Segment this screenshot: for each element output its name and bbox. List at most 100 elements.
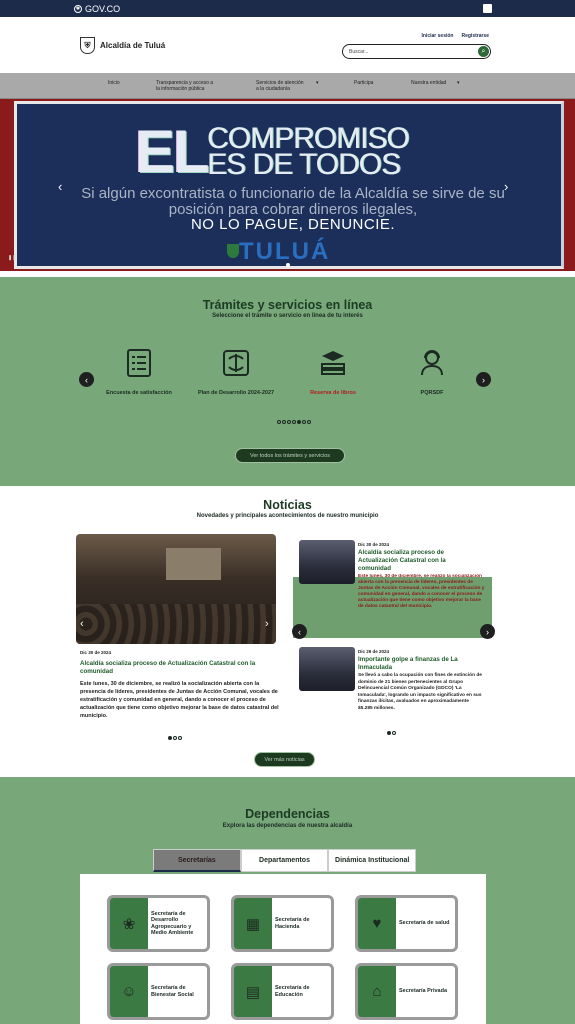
dependencia-label: Secretaría de salud — [399, 920, 450, 927]
photo-screen — [166, 548, 221, 580]
carousel-next-icon[interactable]: › — [504, 179, 508, 194]
tramite-label: Plan de Desarrollo 2024-2027 — [197, 390, 275, 396]
login-link[interactable]: Iniciar sesión — [422, 33, 454, 39]
dependencia-card[interactable]: ❀ Secretaría de Desarrollo Agropecuario … — [107, 895, 210, 952]
dependencia-label: Secretaría de Bienestar Social — [151, 985, 194, 998]
news-subtitle: Novedades y principales acontecimientos … — [196, 513, 379, 519]
news-side-thumb[interactable] — [299, 647, 355, 691]
news-side-title[interactable]: Alcaldía socializa proceso de Actualizac… — [358, 549, 473, 573]
pagination-dot[interactable] — [387, 731, 391, 735]
nav-item-inicio[interactable]: Inicio — [108, 80, 120, 86]
carousel-indicator[interactable] — [286, 263, 290, 267]
photo-audience — [76, 604, 276, 644]
site-brand[interactable]: ⛨ Alcaldía de Tuluá — [80, 37, 165, 54]
tramite-card[interactable]: Plan de Desarrollo 2024-2027 — [196, 348, 276, 397]
pagination-dot[interactable] — [292, 420, 296, 424]
pagination-dot[interactable] — [307, 420, 311, 424]
dependencia-card[interactable]: ▤ Secretaría de Educación — [231, 963, 334, 1020]
tab-secretarias[interactable]: Secretarías — [153, 849, 241, 872]
pagination-dot[interactable] — [302, 420, 306, 424]
search-icon[interactable]: ⌕ — [478, 46, 489, 57]
pagination-dot[interactable] — [173, 736, 177, 740]
news-main-pagination — [168, 736, 182, 740]
pagination-dot[interactable] — [277, 420, 281, 424]
language-icon[interactable] — [483, 4, 492, 13]
register-link[interactable]: Registrarse — [461, 33, 489, 39]
community-icon: ☺ — [110, 966, 148, 1017]
dependencia-card[interactable]: ♥ Secretaría de salud — [355, 895, 458, 952]
chevron-down-icon: ▾ — [316, 80, 319, 86]
hero-call-to-action: NO LO PAGUE, DENUNCIE. — [190, 216, 396, 233]
dependencias-tabs: Secretarías Departamentos Dinámica Insti… — [153, 849, 417, 872]
survey-icon — [124, 348, 154, 378]
building-icon: ⌂ — [358, 966, 396, 1017]
news-side-title[interactable]: Importante golpe a finanzas de La Inmacu… — [358, 656, 478, 672]
tab-dinamica-institucional[interactable]: Dinámica Institucional — [328, 849, 417, 872]
hero-slide[interactable]: EL COMPROMISO ES DE TODOS Si algún excon… — [14, 101, 564, 269]
dependencia-card[interactable]: ▦ Secretaría de Hacienda — [231, 895, 334, 952]
nav-item-label: Participa — [354, 80, 374, 86]
news-side-next-icon[interactable]: › — [480, 624, 495, 639]
tramites-section: Trámites y servicios en línea Seleccione… — [0, 277, 575, 486]
news-main-date: Dic 30 de 2024 — [80, 650, 112, 655]
news-main-title[interactable]: Alcaldía socializa proceso de Actualizac… — [80, 660, 276, 676]
dependencia-card[interactable]: ⌂ Secretaría Privada — [355, 963, 458, 1020]
nav-item-participa[interactable]: Participa — [354, 80, 373, 86]
hero-body: Si algún excontratista o funcionario de … — [81, 185, 505, 218]
dependencia-label: Secretaría Privada — [399, 988, 448, 995]
chevron-down-icon: ▾ — [457, 80, 460, 86]
tab-departamentos[interactable]: Departamentos — [240, 849, 329, 872]
dependencia-card[interactable]: ☺ Secretaría de Bienestar Social — [107, 963, 210, 1020]
pagination-dot[interactable] — [392, 731, 396, 735]
nav-item-servicios[interactable]: Servicios de atención a la ciudadanía — [256, 80, 318, 92]
main-nav: Inicio Transparencia y acceso a la infor… — [0, 73, 575, 99]
nav-item-nuestra-entidad[interactable]: Nuestra entidad — [411, 80, 446, 86]
pagination-dot[interactable] — [178, 736, 182, 740]
gov-co-icon: ✱ — [74, 4, 82, 13]
gov-co-label: GOV.CO — [85, 3, 121, 14]
crest-icon: ⛨ — [80, 37, 95, 54]
news-side-prev-icon[interactable]: ‹ — [292, 624, 307, 639]
support-icon — [417, 348, 447, 378]
pagination-dot[interactable] — [287, 420, 291, 424]
pagination-dot[interactable] — [168, 736, 172, 740]
search-input[interactable]: Buscar... ⌕ — [342, 44, 491, 59]
news-side-body: Este lunes, 30 de diciembre, se realizó … — [358, 574, 485, 609]
auth-links: Iniciar sesión Registrarse — [422, 33, 489, 39]
news-main-prev-icon[interactable]: ‹ — [80, 618, 84, 630]
news-main-photo[interactable]: ‹ › — [76, 534, 276, 644]
health-icon: ♥ — [358, 898, 396, 949]
dependencias-panel: ❀ Secretaría de Desarrollo Agropecuario … — [80, 874, 486, 1024]
hero-carousel: EL COMPROMISO ES DE TODOS Si algún excon… — [0, 99, 575, 271]
tramite-card[interactable]: Reserva de libros — [293, 348, 373, 397]
news-side-date: Dic 29 de 2024 — [358, 649, 390, 654]
tramites-pagination — [277, 420, 311, 424]
books-icon — [318, 348, 348, 378]
view-all-tramites-button[interactable]: Ver todos los trámites y servicios — [235, 448, 345, 463]
gov-bar: ✱ GOV.CO — [0, 0, 575, 17]
carousel-prev-icon[interactable]: ‹ — [58, 179, 62, 194]
tramite-card[interactable]: Encuesta de satisfacción — [99, 348, 179, 397]
news-side-thumb[interactable] — [299, 540, 355, 584]
tramite-card[interactable]: PQRSDF — [392, 348, 472, 397]
dependencias-title: Dependencias — [245, 807, 330, 821]
plant-icon: ❀ — [110, 898, 148, 949]
tramites-subtitle: Seleccione el trámite o servicio en líne… — [212, 313, 363, 319]
tulua-emblem-icon — [227, 244, 239, 258]
search-placeholder: Buscar... — [349, 48, 369, 55]
pagination-dot[interactable] — [297, 420, 301, 424]
hero-big-text: EL — [135, 118, 210, 185]
carousel-pause-icon[interactable]: ❚❚ — [8, 255, 16, 261]
more-news-button[interactable]: Ver más noticias — [254, 752, 315, 767]
tramites-next-icon[interactable]: › — [476, 372, 491, 387]
dependencias-subtitle: Explora las dependencias de nuestra alca… — [222, 823, 353, 829]
tramite-label: PQRSDF — [420, 390, 444, 396]
plan-icon — [221, 348, 251, 378]
nav-item-label: Transparencia y acceso a la información … — [156, 80, 214, 92]
news-main-next-icon[interactable]: › — [265, 618, 269, 630]
nav-item-transparencia[interactable]: Transparencia y acceso a la información … — [156, 80, 226, 92]
pagination-dot[interactable] — [282, 420, 286, 424]
hero-brand: TULUÁ — [239, 238, 331, 265]
tramites-prev-icon[interactable]: ‹ — [79, 372, 94, 387]
gov-co-logo[interactable]: ✱ GOV.CO — [74, 4, 120, 14]
